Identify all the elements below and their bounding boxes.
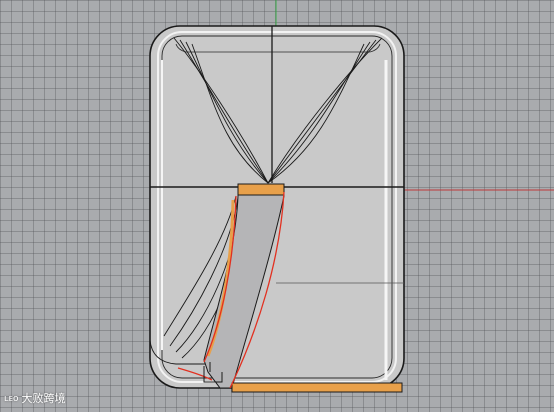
watermark: ʟᴇᴏ 大败跨境 (4, 392, 65, 406)
viewport-scene[interactable] (0, 0, 554, 412)
selected-top-face[interactable] (237, 183, 285, 196)
3d-viewport[interactable]: ʟᴇᴏ 大败跨境 (0, 0, 554, 412)
selected-bottom-face[interactable] (231, 382, 403, 393)
watermark-text: 大败跨境 (21, 392, 66, 405)
brand-logo-icon: ʟᴇᴏ (4, 394, 19, 404)
